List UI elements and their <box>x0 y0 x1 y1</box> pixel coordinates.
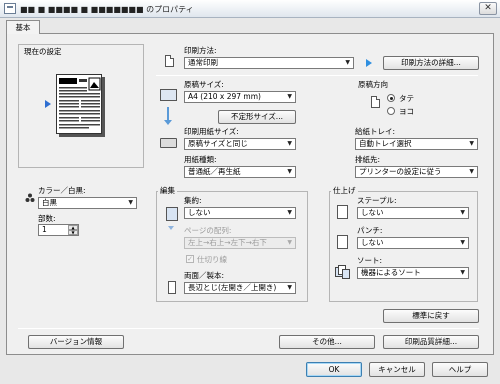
duplex-select[interactable]: 長辺とじ(左開き／上開き) <box>184 282 296 294</box>
close-button[interactable]: ✕ <box>479 2 497 15</box>
output-size-label: 印刷用紙サイズ: <box>184 127 239 136</box>
orientation-label: 原稿方向 <box>358 80 388 89</box>
print-method-value: 通常印刷 <box>188 58 218 67</box>
paper-type-label: 用紙種類: <box>184 155 217 164</box>
orientation-portrait-radio[interactable] <box>387 94 395 102</box>
duplex-label: 両面／製本: <box>184 271 225 280</box>
window-title: ■■ ■ ■■■■ ■ ■■■■■■■ のプロパティ <box>20 5 194 14</box>
border-line-label: 仕切り線 <box>197 255 227 264</box>
print-method-detail-button[interactable]: 印刷方法の詳細... <box>383 56 479 70</box>
orientation-portrait-label: タテ <box>399 94 414 103</box>
punch-label: パンチ: <box>357 226 383 235</box>
output-size-value: 原稿サイズと同じ <box>188 139 248 148</box>
paper-size-select[interactable]: A4 (210 x 297 mm) <box>184 91 296 103</box>
staple-select[interactable]: しない <box>357 207 469 219</box>
paper-type-select[interactable]: 普通紙／再生紙 <box>184 166 296 178</box>
copies-label: 部数: <box>38 214 56 223</box>
print-method-icon <box>165 55 174 67</box>
punch-icon <box>337 235 348 249</box>
paper-tray-label: 給紙トレイ: <box>355 127 396 136</box>
arrow-right-icon <box>366 59 372 67</box>
output-tray-select[interactable]: プリンターの設定に従う <box>355 166 478 178</box>
staple-icon <box>337 205 348 219</box>
paper-tray-select[interactable]: 自動トレイ選択 <box>355 138 478 150</box>
sort-value: 機器によるソート <box>361 268 421 277</box>
nup-select[interactable]: しない <box>184 207 296 219</box>
paper-type-value: 普通紙／再生紙 <box>188 167 241 176</box>
output-size-select[interactable]: 原稿サイズと同じ <box>184 138 296 150</box>
nup-value: しない <box>188 208 211 217</box>
orientation-portrait-icon <box>371 96 380 108</box>
sort-icon <box>335 265 351 279</box>
print-quality-button[interactable]: 印刷品質詳細... <box>383 335 479 349</box>
orientation-landscape-label: ヨコ <box>399 107 414 116</box>
separator-top <box>156 75 478 76</box>
tab-basic[interactable]: 基本 <box>6 20 40 34</box>
sort-select[interactable]: 機器によるソート <box>357 267 469 279</box>
color-mode-value: 白黒 <box>42 198 57 207</box>
color-mode-select[interactable]: 白黒 <box>38 197 137 209</box>
orientation-landscape-radio[interactable] <box>387 107 395 115</box>
size-flow-arrow-icon <box>167 107 169 121</box>
printer-output-icon <box>160 138 177 148</box>
other-settings-button[interactable]: その他... <box>279 335 375 349</box>
printer-properties-icon <box>4 3 16 14</box>
output-tray-label: 排紙先: <box>355 155 381 164</box>
version-info-button[interactable]: バージョン情報 <box>28 335 124 349</box>
page-order-arrow-icon <box>168 226 174 230</box>
help-button[interactable]: ヘルプ <box>432 362 488 377</box>
page-order-select[interactable]: 左上→右上→左下→右下 <box>184 237 296 249</box>
page-order-value: 左上→右上→左下→右下 <box>188 238 267 247</box>
preview-arrow-icon <box>45 100 51 108</box>
separator-bottom <box>18 328 479 329</box>
punch-value: しない <box>361 238 384 247</box>
print-method-select[interactable]: 通常印刷 <box>184 57 354 69</box>
staple-value: しない <box>361 208 384 217</box>
paper-tray-value: 自動トレイ選択 <box>359 139 412 148</box>
page-order-label: ページの配列: <box>184 226 232 235</box>
border-line-checkbox[interactable]: ✓ <box>186 255 194 263</box>
custom-size-button[interactable]: 不定形サイズ... <box>218 110 296 124</box>
paper-size-icon <box>160 89 177 101</box>
cancel-button[interactable]: キャンセル <box>369 362 425 377</box>
punch-select[interactable]: しない <box>357 237 469 249</box>
document-preview-image <box>56 74 102 134</box>
nup-icon <box>166 207 178 221</box>
restore-defaults-button[interactable]: 標準に戻す <box>383 309 479 323</box>
paper-size-label: 原稿サイズ: <box>184 80 224 89</box>
finishing-heading: 仕上げ <box>331 186 358 195</box>
copies-spin-down-button[interactable]: ▼ <box>68 230 78 235</box>
edit-heading: 編集 <box>158 186 177 195</box>
sort-label: ソート: <box>357 256 383 265</box>
print-method-label: 印刷方法: <box>184 46 217 55</box>
staple-label: ステープル: <box>357 196 397 205</box>
color-mode-label: カラー／白黒: <box>38 186 86 195</box>
output-tray-value: プリンターの設定に従う <box>359 167 442 176</box>
nup-label: 集約: <box>184 196 202 205</box>
color-mode-icon <box>25 193 35 203</box>
copies-value: 1 <box>42 225 47 234</box>
ok-button[interactable]: OK <box>306 362 362 377</box>
size-flow-arrowhead-icon <box>164 120 172 125</box>
preview-heading: 現在の設定 <box>24 47 62 56</box>
duplex-icon <box>168 281 176 294</box>
duplex-value: 長辺とじ(左開き／上開き) <box>188 283 277 292</box>
paper-size-value: A4 (210 x 297 mm) <box>188 92 261 101</box>
